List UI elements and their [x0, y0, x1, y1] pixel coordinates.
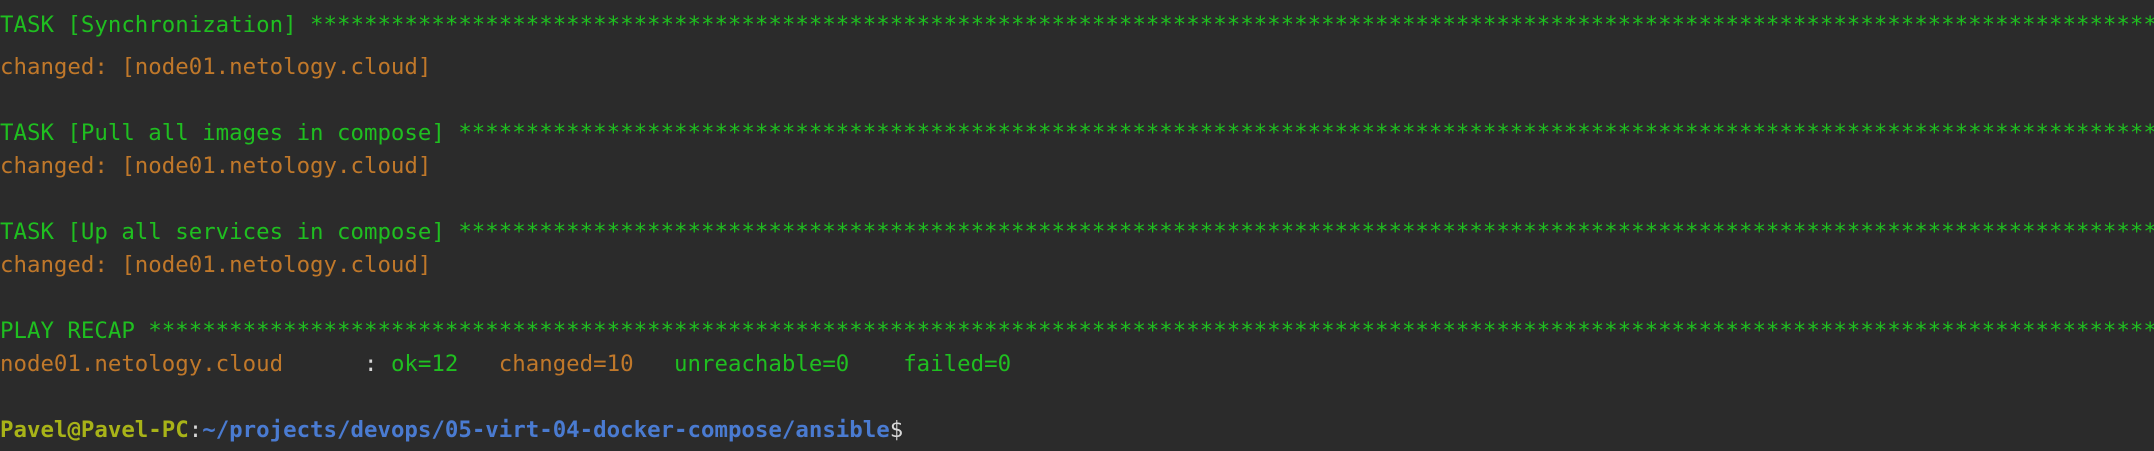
- recap-ok-count: ok=12: [390, 351, 499, 377]
- play-recap-header: PLAY RECAP *****************************…: [0, 318, 2154, 344]
- task-synchronization-header: TASK [Synchronization] *****************…: [0, 12, 2154, 38]
- task-pull-images-result: changed: [node01.netology.cloud]: [0, 153, 432, 179]
- shell-prompt[interactable]: Pavel@Pavel-PC:~/projects/devops/05-virt…: [0, 414, 2154, 447]
- recap-separator: :: [363, 351, 391, 377]
- prompt-colon: :: [188, 417, 203, 443]
- prompt-symbol: $: [889, 417, 904, 443]
- recap-changed-count: changed=10: [498, 351, 675, 377]
- recap-host: node01.netology.cloud: [0, 351, 364, 377]
- task-up-services-header: TASK [Up all services in compose] ******…: [0, 219, 2154, 245]
- task-pull-images-header: TASK [Pull all images in compose] ******…: [0, 120, 2154, 146]
- task-up-services-result: changed: [node01.netology.cloud]: [0, 252, 432, 278]
- terminal-window[interactable]: TASK [Synchronization] *****************…: [0, 0, 2154, 451]
- task-synchronization-result: changed: [node01.netology.cloud]: [0, 54, 432, 80]
- play-recap-summary: node01.netology.cloud : ok=12 changed=10…: [0, 348, 2154, 381]
- prompt-working-directory: ~/projects/devops/05-virt-04-docker-comp…: [202, 417, 890, 443]
- prompt-user-host: Pavel@Pavel-PC: [0, 417, 189, 443]
- recap-unreachable-count: unreachable=0: [674, 351, 904, 377]
- recap-failed-count: failed=0: [903, 351, 1012, 377]
